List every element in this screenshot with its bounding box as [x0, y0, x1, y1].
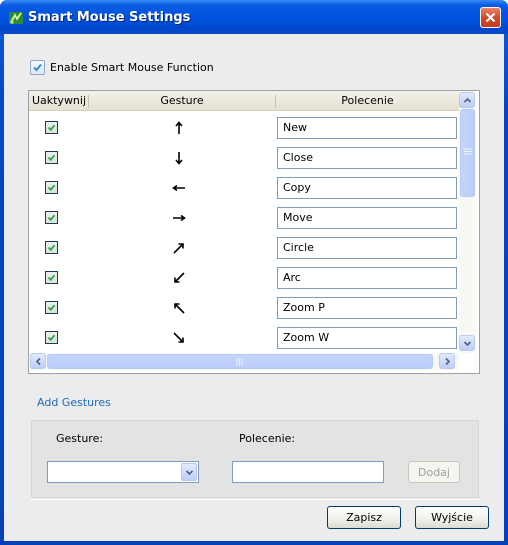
- gesture-arrow-up-left-icon: [169, 298, 189, 318]
- scroll-right-button[interactable]: [439, 353, 455, 369]
- grip-icon: [236, 358, 243, 366]
- table-row[interactable]: Zoom P: [29, 293, 459, 323]
- checkmark-icon: [33, 63, 42, 72]
- row-enabled-checkbox[interactable]: [45, 211, 58, 224]
- window-title: Smart Mouse Settings: [28, 10, 191, 25]
- gesture-dropdown-button[interactable]: [181, 463, 197, 481]
- close-icon: [485, 12, 496, 23]
- checkmark-icon: [47, 154, 56, 162]
- smart-mouse-settings-window: Smart Mouse Settings Enable Smart Mouse …: [0, 0, 508, 545]
- divider: [31, 499, 479, 500]
- gesture-grid: Uaktywnij Gesture Polecenie New Close Copy…: [28, 90, 480, 374]
- table-row[interactable]: Copy: [29, 173, 459, 203]
- command-field[interactable]: Arc: [277, 267, 457, 289]
- command-input[interactable]: [232, 461, 384, 483]
- add-gesture-panel: Gesture: Polecenie: Dodaj: [31, 420, 479, 498]
- gesture-arrow-down-icon: [169, 148, 189, 168]
- checkmark-icon: [47, 124, 56, 132]
- vertical-scroll-thumb[interactable]: [460, 109, 475, 197]
- table-row[interactable]: Close: [29, 143, 459, 173]
- command-label: Polecenie:: [239, 432, 296, 445]
- enable-smart-mouse-checkbox[interactable]: Enable Smart Mouse Function: [30, 60, 214, 75]
- command-field[interactable]: Zoom P: [277, 297, 457, 319]
- command-field[interactable]: Copy: [277, 177, 457, 199]
- save-button[interactable]: Zapisz: [327, 506, 401, 529]
- gesture-arrow-down-right-icon: [169, 328, 189, 348]
- checkmark-icon: [47, 184, 56, 192]
- add-gestures-heading: Add Gestures: [37, 396, 111, 409]
- table-row[interactable]: New: [29, 113, 459, 143]
- gesture-label: Gesture:: [56, 432, 104, 445]
- title-bar[interactable]: Smart Mouse Settings: [0, 0, 508, 34]
- column-header-uaktywnij[interactable]: Uaktywnij: [29, 91, 89, 111]
- row-enabled-checkbox[interactable]: [45, 271, 58, 284]
- table-row[interactable]: Move: [29, 203, 459, 233]
- close-button[interactable]: [480, 7, 501, 28]
- scroll-down-button[interactable]: [459, 335, 475, 351]
- vertical-scrollbar[interactable]: [459, 91, 476, 353]
- gesture-arrow-left-icon: [169, 178, 189, 198]
- gesture-arrow-up-icon: [169, 118, 189, 138]
- row-enabled-checkbox[interactable]: [45, 301, 58, 314]
- table-row[interactable]: Arc: [29, 263, 459, 293]
- exit-button[interactable]: Wyjście: [415, 506, 489, 529]
- command-field[interactable]: Circle: [277, 237, 457, 259]
- gesture-arrow-up-right-icon: [169, 238, 189, 258]
- chevron-right-icon: [444, 357, 450, 365]
- grid-header: Uaktywnij Gesture Polecenie: [29, 91, 459, 111]
- chevron-up-icon: [463, 97, 471, 103]
- enable-label: Enable Smart Mouse Function: [50, 61, 214, 74]
- column-header-gesture[interactable]: Gesture: [89, 91, 275, 111]
- checkbox[interactable]: [30, 60, 45, 75]
- chevron-left-icon: [35, 357, 41, 365]
- gesture-arrow-right-icon: [169, 208, 189, 228]
- horizontal-scrollbar[interactable]: [29, 353, 459, 370]
- dialog-body: Enable Smart Mouse Function Uaktywnij Ge…: [4, 34, 504, 541]
- command-field[interactable]: Close: [277, 147, 457, 169]
- gesture-select[interactable]: [47, 461, 199, 483]
- row-enabled-checkbox[interactable]: [45, 121, 58, 134]
- column-header-polecenie[interactable]: Polecenie: [276, 91, 459, 111]
- checkmark-icon: [47, 274, 56, 282]
- table-row[interactable]: Zoom W: [29, 323, 459, 353]
- scroll-up-button[interactable]: [459, 92, 475, 108]
- command-field[interactable]: New: [277, 117, 457, 139]
- scroll-left-button[interactable]: [30, 353, 46, 369]
- horizontal-scroll-thumb[interactable]: [47, 354, 433, 369]
- app-gesture-icon: [9, 12, 23, 24]
- chevron-down-icon: [185, 469, 193, 475]
- command-field[interactable]: Move: [277, 207, 457, 229]
- add-button[interactable]: Dodaj: [408, 461, 460, 483]
- checkmark-icon: [47, 304, 56, 312]
- checkmark-icon: [47, 334, 56, 342]
- gesture-arrow-down-left-icon: [169, 268, 189, 288]
- row-enabled-checkbox[interactable]: [45, 151, 58, 164]
- table-row[interactable]: Circle: [29, 233, 459, 263]
- row-enabled-checkbox[interactable]: [45, 241, 58, 254]
- command-field[interactable]: Zoom W: [277, 327, 457, 349]
- checkmark-icon: [47, 244, 56, 252]
- chevron-down-icon: [463, 340, 471, 346]
- row-enabled-checkbox[interactable]: [45, 331, 58, 344]
- grip-icon: [464, 148, 472, 155]
- row-enabled-checkbox[interactable]: [45, 181, 58, 194]
- checkmark-icon: [47, 214, 56, 222]
